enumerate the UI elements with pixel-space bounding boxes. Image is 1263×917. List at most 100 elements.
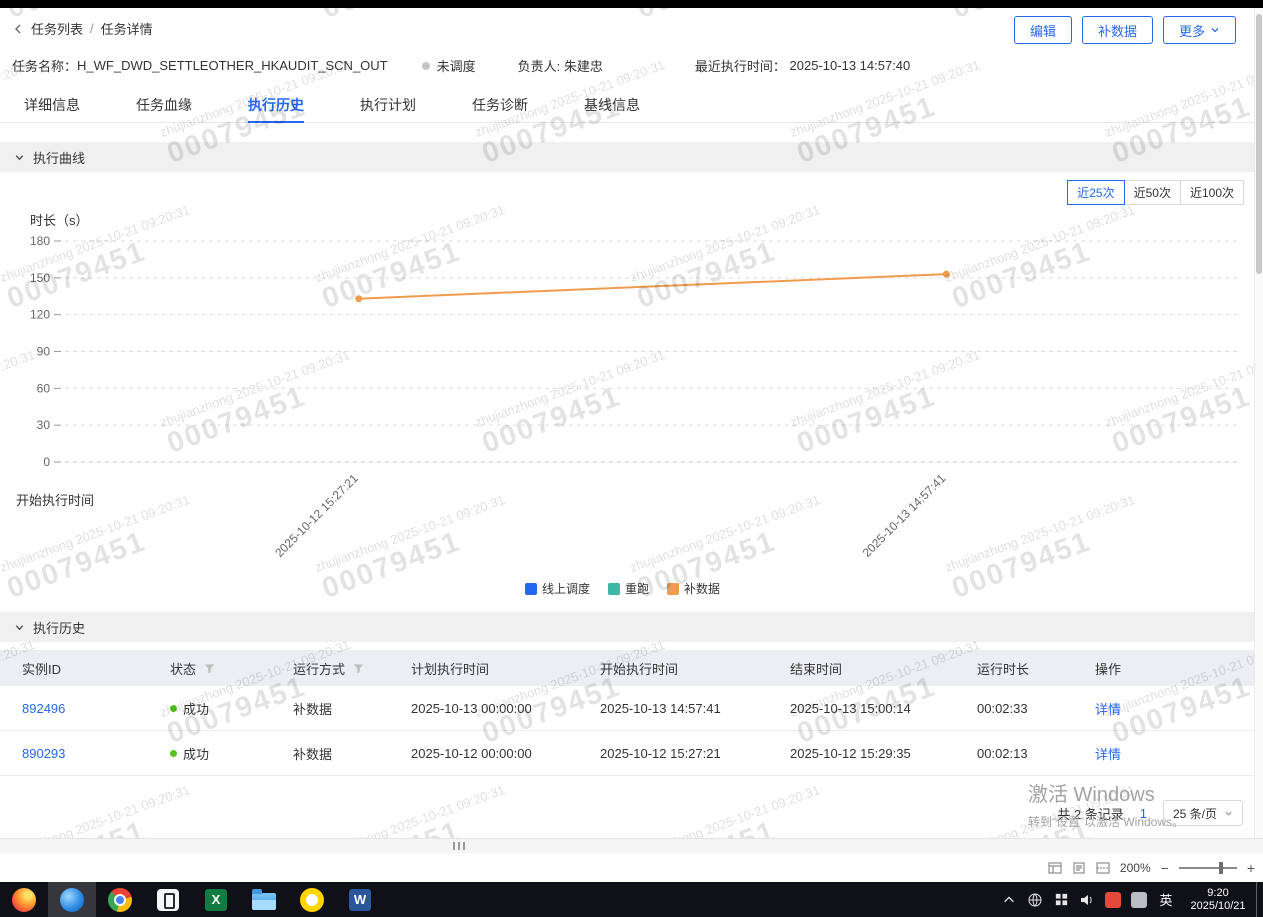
tab[interactable]: 任务诊断: [472, 90, 528, 122]
svg-text:时长（s）: 时长（s）: [30, 213, 89, 228]
zoom-in-button[interactable]: +: [1247, 861, 1255, 875]
view-normal-icon[interactable]: [1048, 862, 1062, 874]
cell-action[interactable]: 详情: [1095, 744, 1255, 763]
pagination-current-page[interactable]: 1: [1140, 806, 1147, 821]
range-button[interactable]: 近50次: [1124, 180, 1181, 205]
back-icon[interactable]: [12, 23, 24, 35]
planned-text: 2025-10-13 00:00:00: [411, 701, 532, 716]
cell-id[interactable]: 890293: [22, 746, 170, 761]
legend-item[interactable]: 补数据: [667, 580, 720, 597]
taskbar-clock[interactable]: 9:20 2025/10/21: [1180, 887, 1256, 913]
column-label: 运行方式: [293, 659, 345, 678]
ue-app-icon: [300, 888, 324, 912]
action-text[interactable]: 详情: [1095, 744, 1121, 763]
id-text[interactable]: 890293: [22, 746, 65, 761]
column-label: 操作: [1095, 659, 1121, 678]
history-table: 实例ID状态运行方式计划执行时间开始执行时间结束时间运行时长操作 892496成…: [0, 650, 1255, 776]
owner-label: 负责人:: [518, 56, 561, 75]
end-text: 2025-10-12 15:29:35: [790, 746, 911, 761]
breadcrumb-current: 任务详情: [101, 19, 153, 38]
column-label: 开始执行时间: [600, 659, 678, 678]
zoom-out-button[interactable]: −: [1161, 861, 1169, 875]
svg-text:2025-10-13 14:57:41: 2025-10-13 14:57:41: [860, 471, 949, 560]
taskbar-app-button[interactable]: [0, 882, 48, 917]
curve-section-title: 执行曲线: [33, 148, 85, 167]
tab[interactable]: 基线信息: [584, 90, 640, 122]
grid-icon: [1054, 892, 1069, 907]
apps-tray-button[interactable]: [1048, 882, 1074, 917]
end-text: 2025-10-13 15:00:14: [790, 701, 911, 716]
legend-label: 补数据: [684, 580, 720, 597]
network-tray-button[interactable]: [1022, 882, 1048, 917]
pagination-total: 共 2 条记录: [1057, 804, 1123, 823]
zoom-slider[interactable]: [1179, 867, 1237, 869]
curve-chart-svg: 时长（s）03060901201501802025-10-12 15:27:21…: [0, 205, 1245, 577]
phone-app-icon: [157, 889, 179, 911]
execution-curve-chart: 时长（s）03060901201501802025-10-12 15:27:21…: [0, 205, 1245, 577]
status-text: 成功: [183, 699, 209, 718]
column-header: 实例ID: [22, 659, 170, 678]
id-text[interactable]: 892496: [22, 701, 65, 716]
history-section-title: 执行历史: [33, 618, 85, 637]
tab[interactable]: 任务血缘: [136, 90, 192, 122]
breadcrumb-parent[interactable]: 任务列表: [31, 19, 83, 38]
vertical-scrollbar-thumb[interactable]: [1256, 14, 1262, 274]
red-app-tray-button[interactable]: [1100, 882, 1126, 917]
ime-indicator[interactable]: 英: [1152, 882, 1180, 917]
column-header: 计划执行时间: [411, 659, 600, 678]
filter-icon[interactable]: [353, 663, 364, 674]
action-text[interactable]: 详情: [1095, 699, 1121, 718]
vertical-scrollbar[interactable]: [1254, 8, 1263, 838]
column-header: 操作: [1095, 659, 1255, 678]
zoom-slider-thumb[interactable]: [1219, 862, 1223, 874]
cell-duration: 00:02:33: [977, 701, 1095, 716]
page-size-select[interactable]: 25 条/页: [1163, 800, 1243, 826]
last-run-label: 最近执行时间：: [695, 56, 786, 75]
scrollbar-grip-icon[interactable]: [453, 842, 465, 850]
taskbar-app-button[interactable]: [336, 882, 384, 917]
svg-text:0: 0: [43, 455, 50, 469]
gray-app-tray-button[interactable]: [1126, 882, 1152, 917]
last-run-value: 2025-10-13 14:57:40: [790, 58, 911, 73]
filter-icon[interactable]: [204, 663, 215, 674]
header-actions: 编辑 补数据 更多: [1014, 16, 1236, 44]
tab[interactable]: 执行历史: [248, 90, 304, 122]
show-desktop-button[interactable]: [1256, 882, 1263, 917]
backfill-button[interactable]: 补数据: [1082, 16, 1153, 44]
view-layout-icon[interactable]: [1072, 862, 1086, 874]
view-break-icon[interactable]: [1096, 862, 1110, 874]
cell-id[interactable]: 892496: [22, 701, 170, 716]
column-header: 开始执行时间: [600, 659, 790, 678]
range-button[interactable]: 近25次: [1067, 180, 1124, 205]
tab[interactable]: 执行计划: [360, 90, 416, 122]
history-section-header[interactable]: 执行历史: [0, 612, 1255, 642]
range-button[interactable]: 近100次: [1180, 180, 1244, 205]
curve-section-header[interactable]: 执行曲线: [0, 142, 1255, 172]
table-row: 892496 成功 补数据 2025-10-13 00:00:00 2025-10-13…: [0, 686, 1255, 731]
duration-text: 00:02:33: [977, 701, 1028, 716]
collapse-chevron-icon: [14, 622, 25, 633]
tray-expand-button[interactable]: [996, 882, 1022, 917]
taskbar-app-button[interactable]: [144, 882, 192, 917]
cell-duration: 00:02:13: [977, 746, 1095, 761]
tab[interactable]: 详细信息: [24, 90, 80, 122]
edit-button-label: 编辑: [1030, 21, 1056, 40]
chevron-down-icon: [1224, 809, 1233, 818]
edit-button[interactable]: 编辑: [1014, 16, 1072, 44]
cell-end: 2025-10-12 15:29:35: [790, 746, 977, 761]
legend-item[interactable]: 重跑: [608, 580, 649, 597]
mode-text: 补数据: [293, 699, 332, 718]
taskbar-app-button[interactable]: [240, 882, 288, 917]
owner-group: 负责人: 朱建忠: [518, 56, 603, 75]
cell-action[interactable]: 详情: [1095, 699, 1255, 718]
more-button[interactable]: 更多: [1163, 16, 1236, 44]
system-tray: 英 9:20 2025/10/21: [996, 882, 1263, 917]
task-name-label: 任务名称：: [12, 56, 77, 75]
volume-tray-button[interactable]: [1074, 882, 1100, 917]
taskbar-app-button[interactable]: [192, 882, 240, 917]
taskbar-app-button[interactable]: [96, 882, 144, 917]
chrome-icon: [108, 888, 132, 912]
taskbar-app-button[interactable]: [48, 882, 96, 917]
legend-item[interactable]: 线上调度: [525, 580, 590, 597]
taskbar-app-button[interactable]: [288, 882, 336, 917]
